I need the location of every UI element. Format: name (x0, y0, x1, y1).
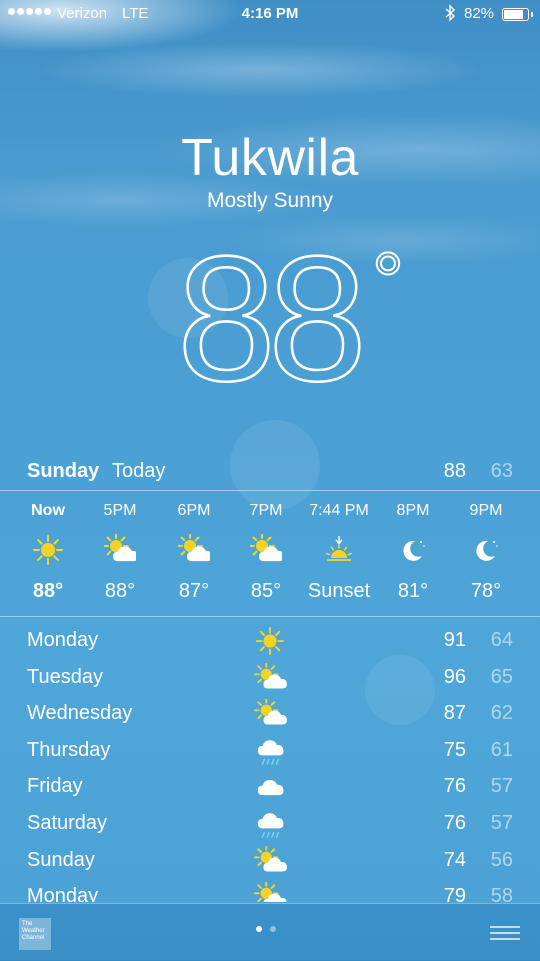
daily-row: Monday 79 58 (0, 878, 540, 902)
divider (0, 616, 540, 617)
day-low: 57 (490, 812, 513, 834)
day-low: 61 (490, 738, 513, 761)
list-icon[interactable] (490, 922, 520, 944)
hour-time: 5PM (103, 502, 137, 519)
day-low: 58 (490, 885, 513, 902)
hourly-forecast[interactable]: Now 88° 5PM 88° 6PM 87° 7PM 85° 7:44 PM Suns… (0, 492, 540, 616)
today-high: 88 (443, 460, 466, 482)
day-name: Wednesday (27, 702, 133, 725)
daily-forecast[interactable]: Monday 91 64 Tuesday 96 65 Wednesday 87 62… (0, 620, 540, 902)
daily-row: Friday 76 57 (0, 768, 540, 804)
weather-channel-logo[interactable]: The Weather Channel (19, 918, 51, 950)
today-day: Sunday (27, 460, 100, 482)
day-high: 76 (443, 775, 466, 798)
cloud-icon (253, 772, 287, 802)
day-name: Saturday (27, 812, 108, 834)
hourly-item: 9PM 78° (446, 492, 526, 616)
day-name: Friday (27, 775, 83, 798)
daily-row: Wednesday 87 62 (0, 695, 540, 731)
partly-sunny-icon (177, 533, 213, 566)
day-low: 62 (490, 702, 513, 725)
today-label: Today (112, 460, 166, 482)
hourly-item: Now 88° (8, 492, 88, 616)
day-high: 91 (443, 629, 466, 651)
day-name: Thursday (27, 738, 111, 761)
hour-time: Now (31, 502, 65, 519)
hour-time: 6PM (177, 502, 211, 519)
day-low: 65 (490, 665, 513, 688)
partly-sunny-icon (253, 881, 287, 902)
daily-row: Saturday 76 57 (0, 805, 540, 841)
hour-temp: 87° (178, 580, 210, 602)
battery-icon (502, 8, 533, 21)
bottom-toolbar: The Weather Channel (0, 903, 540, 961)
status-bar: Verizon LTE 4:16 PM 82% (0, 0, 540, 28)
hour-temp: 78° (470, 580, 502, 602)
rain-icon (253, 736, 287, 766)
hour-time: 7:44 PM (309, 502, 369, 519)
hour-temp: Sunset (307, 580, 371, 602)
sun-icon (32, 534, 64, 566)
city-name: Tukwila (181, 129, 359, 187)
battery-percent: 82% (464, 5, 495, 22)
day-high: 74 (443, 848, 466, 871)
day-high: 75 (443, 738, 466, 761)
day-name: Tuesday (27, 665, 103, 688)
hour-temp: 88° (104, 580, 136, 602)
hour-temp: 88° (32, 580, 64, 602)
hour-time: 9PM (469, 502, 503, 519)
page-dot (270, 926, 276, 932)
partly-sunny-icon (253, 844, 287, 876)
day-high: 96 (443, 665, 466, 688)
daily-row: Sunday 74 56 (0, 842, 540, 878)
day-low: 56 (490, 848, 513, 871)
bluetooth-icon (444, 4, 456, 26)
daily-row: Monday 91 64 (0, 622, 540, 658)
moon-icon (397, 534, 429, 566)
day-name: Sunday (27, 848, 95, 871)
current-temperature: 88 ° (176, 240, 405, 390)
day-low: 57 (490, 775, 513, 798)
partly-sunny-icon (253, 661, 287, 693)
hour-time: 7PM (249, 502, 283, 519)
partly-sunny-icon (249, 533, 285, 566)
hourly-item: 7PM 85° (226, 492, 306, 616)
daily-row: Thursday 75 61 (0, 732, 540, 768)
current-condition: Mostly Sunny (206, 189, 334, 212)
partly-sunny-icon (103, 533, 139, 566)
sunset-icon (323, 534, 355, 566)
hour-time: 8PM (396, 502, 430, 519)
divider (0, 490, 540, 491)
day-name: Monday (27, 885, 99, 902)
partly-sunny-icon (253, 698, 287, 729)
sun-icon (253, 626, 287, 656)
status-time: 4:16 PM (241, 5, 299, 22)
svg-text:°: ° (372, 240, 404, 325)
daily-row: Tuesday 96 65 (0, 659, 540, 695)
day-name: Monday (27, 629, 99, 651)
day-high: 79 (443, 885, 466, 902)
day-high: 87 (443, 702, 466, 725)
today-summary: Sunday Today 88 63 (0, 458, 540, 488)
hour-temp: 85° (250, 580, 282, 602)
moon-icon (470, 534, 502, 566)
today-low: 63 (490, 460, 513, 482)
page-indicator[interactable] (256, 926, 276, 932)
hourly-item: 8PM 81° (373, 492, 453, 616)
hour-temp: 81° (397, 580, 429, 602)
day-low: 64 (490, 629, 513, 651)
rain-icon (253, 809, 287, 839)
hourly-item: 7:44 PM Sunset (299, 492, 379, 616)
day-high: 76 (443, 812, 466, 834)
hourly-item: 6PM 87° (154, 492, 234, 616)
svg-text:88: 88 (177, 240, 360, 390)
page-dot (256, 926, 262, 932)
hourly-item: 5PM 88° (80, 492, 160, 616)
